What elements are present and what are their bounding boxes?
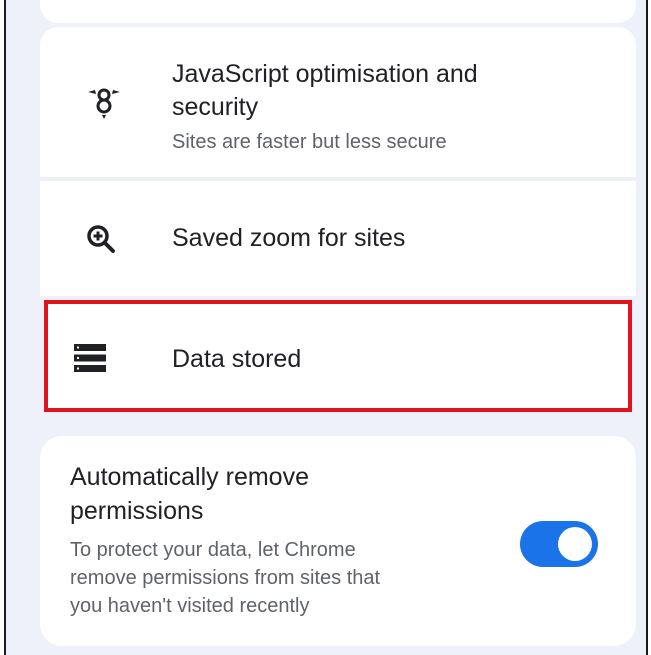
v8-engine-icon — [86, 84, 122, 125]
toggle-knob — [558, 527, 592, 561]
auto-remove-title-line1: Automatically remove — [70, 463, 309, 491]
javascript-title-line1: JavaScript optimisation and — [172, 60, 478, 88]
auto-remove-desc-line3: you haven't visited recently — [70, 595, 310, 617]
auto-remove-title-line2: permissions — [70, 497, 204, 525]
javascript-title-line2: security — [172, 93, 259, 121]
auto-remove-toggle[interactable] — [520, 521, 598, 567]
previous-settings-card — [40, 0, 636, 23]
settings-page: JavaScript optimisation and security Sit… — [4, 0, 648, 655]
zoom-in-icon — [86, 224, 116, 259]
saved-zoom-title: Saved zoom for sites — [172, 224, 406, 252]
auto-remove-permissions-card[interactable]: Automatically remove permissions To prot… — [40, 436, 636, 646]
data-stored-title: Data stored — [172, 345, 302, 373]
data-stored-row[interactable]: Data stored — [44, 300, 632, 412]
storage-icon — [74, 344, 106, 377]
javascript-subtitle: Sites are faster but less secure — [172, 131, 447, 153]
auto-remove-desc-line2: remove permissions from sites that — [70, 567, 381, 589]
auto-remove-desc-line1: To protect your data, let Chrome — [70, 539, 356, 561]
javascript-optimisation-row[interactable]: JavaScript optimisation and security Sit… — [40, 27, 636, 177]
saved-zoom-row[interactable]: Saved zoom for sites — [40, 181, 636, 296]
